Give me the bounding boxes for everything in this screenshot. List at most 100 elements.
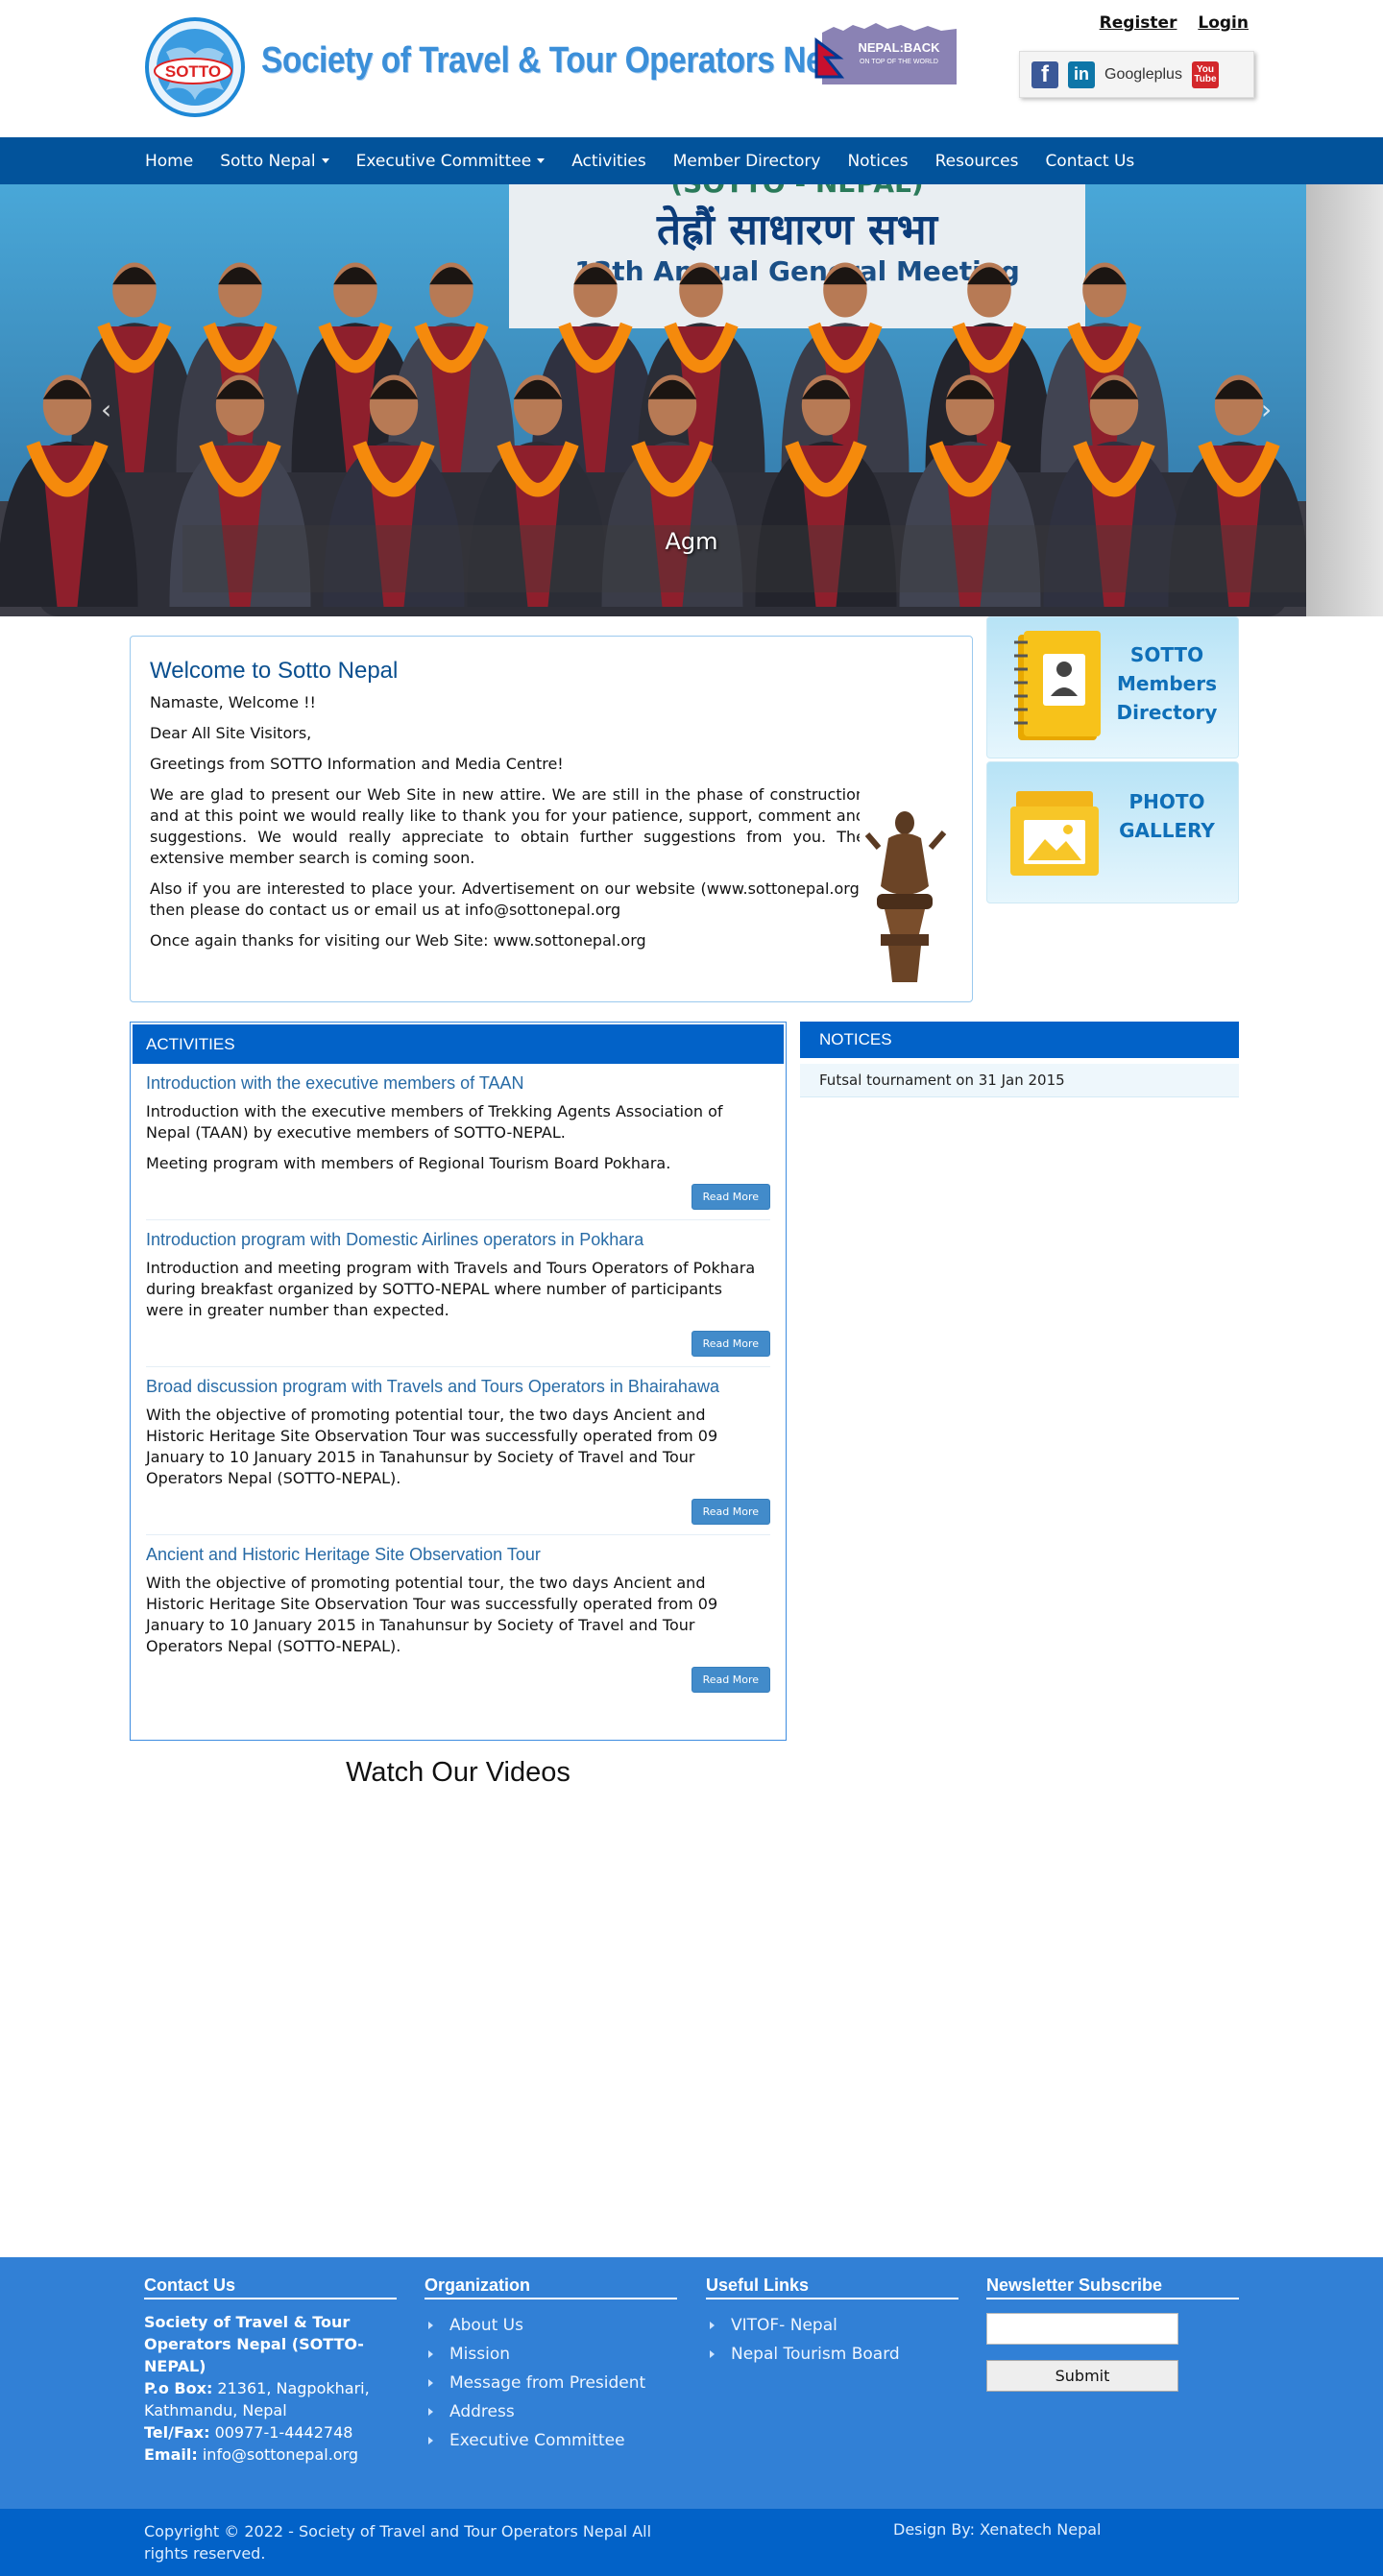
notices-panel: NOTICES Futsal tournament on 31 Jan 2015 [800, 1022, 1239, 1097]
footer-link-executive-committee[interactable]: Executive Committee [425, 2426, 677, 2455]
copyright-text: Copyright © 2022 - Society of Travel and… [144, 2522, 652, 2563]
activity-title[interactable]: Introduction with the executive members … [146, 1073, 770, 1094]
read-more-button[interactable]: Read More [691, 1331, 770, 1357]
members-directory-line2: Members [1117, 672, 1217, 695]
linkedin-icon[interactable]: in [1068, 60, 1095, 88]
carousel-person [176, 262, 304, 472]
welcome-p4: We are glad to present our Web Site in n… [150, 785, 865, 867]
photo-gallery-banner[interactable]: PHOTO GALLERY [986, 761, 1239, 903]
footer-tel: Tel/Fax: 00977-1-4442748 [144, 2421, 397, 2444]
carousel-next-icon[interactable]: › [1261, 394, 1272, 425]
members-directory-banner[interactable]: SOTTO Members Directory [986, 616, 1239, 758]
carousel-person [781, 262, 910, 472]
nav-activities[interactable]: Activities [571, 152, 646, 171]
videos-heading: Watch Our Videos [346, 1757, 570, 1788]
statue-image [860, 790, 951, 984]
footer-useful-heading: Useful Links [706, 2275, 958, 2299]
activity-text: With the objective of promoting potentia… [146, 1406, 718, 1487]
nav-sotto-nepal-label: Sotto Nepal [220, 151, 316, 171]
photo-gallery-line2: GALLERY [1119, 819, 1215, 842]
nav-resources[interactable]: Resources [935, 152, 1019, 171]
facebook-icon[interactable]: f [1031, 60, 1058, 88]
svg-text:ON TOP OF THE WORLD: ON TOP OF THE WORLD [860, 59, 938, 65]
nav-executive-committee[interactable]: Executive Committee [356, 152, 546, 171]
footer-link-mission[interactable]: Mission [425, 2340, 677, 2369]
welcome-p1: Namaste, Welcome !! [150, 693, 316, 711]
newsletter-email-input[interactable] [986, 2313, 1178, 2345]
activity-text: Introduction with the executive members … [146, 1102, 723, 1142]
activity-title[interactable]: Introduction program with Domestic Airli… [146, 1230, 770, 1250]
carousel-person [387, 262, 516, 472]
welcome-title: Welcome to Sotto Nepal [150, 658, 399, 684]
site-footer: Contact Us Society of Travel & Tour Oper… [0, 2257, 1383, 2509]
sotto-logo[interactable]: SOTTO [145, 13, 245, 122]
footer-org-name: Society of Travel & Tour Operators Nepal… [144, 2313, 364, 2375]
nav-home[interactable]: Home [145, 152, 193, 171]
read-more-button[interactable]: Read More [691, 1667, 770, 1693]
notices-heading: NOTICES [800, 1022, 1239, 1058]
activity-title[interactable]: Ancient and Historic Heritage Site Obser… [146, 1545, 770, 1565]
footer-email-value: info@sottonepal.org [197, 2445, 359, 2464]
nav-member-directory-label: Member Directory [672, 151, 821, 171]
googleplus-icon[interactable]: Googleplus [1104, 61, 1182, 88]
welcome-p6: Once again thanks for visiting our Web S… [150, 931, 646, 950]
youtube-icon[interactable]: You Tube [1191, 60, 1219, 88]
carousel-caption: Agm [665, 528, 718, 555]
site-header: SOTTO Society of Travel & Tour Operators… [0, 0, 1383, 137]
notice-item[interactable]: Futsal tournament on 31 Jan 2015 [800, 1064, 1239, 1097]
youtube-icon-text-top: You [1196, 63, 1215, 75]
footer-tel-value: 00977-1-4442748 [209, 2423, 353, 2442]
nav-sotto-nepal[interactable]: Sotto Nepal [220, 151, 329, 171]
design-by-link[interactable]: Design By: Xenatech Nepal [893, 2520, 1101, 2539]
auth-links: Register Login [1084, 13, 1249, 33]
footer-link-message-president[interactable]: Message from President [425, 2369, 677, 2397]
nav-activities-label: Activities [571, 151, 646, 171]
login-link[interactable]: Login [1198, 13, 1249, 33]
directory-book-icon [1014, 631, 1101, 740]
caret-down-icon [537, 158, 546, 163]
social-links: f in Googleplus You Tube [1019, 51, 1254, 98]
nav-contact-us[interactable]: Contact Us [1045, 152, 1134, 171]
activity-text: Introduction and meeting program with Tr… [146, 1259, 756, 1319]
footer-newsletter: Newsletter Subscribe Submit [986, 2275, 1239, 2392]
read-more-button[interactable]: Read More [691, 1499, 770, 1525]
footer-email: Email: info@sottonepal.org [144, 2444, 397, 2466]
nav-member-directory[interactable]: Member Directory [673, 152, 821, 171]
newsletter-submit-button[interactable]: Submit [986, 2360, 1178, 2392]
photo-gallery-label: PHOTO GALLERY [1109, 787, 1225, 845]
carousel-person [1040, 262, 1169, 472]
welcome-p2: Dear All Site Visitors, [150, 724, 312, 742]
copyright-bar: Copyright © 2022 - Society of Travel and… [0, 2509, 1383, 2576]
caret-down-icon [321, 158, 329, 163]
nav-executive-committee-label: Executive Committee [355, 151, 532, 171]
footer-link-address[interactable]: Address [425, 2397, 677, 2426]
footer-organization-heading: Organization [425, 2275, 677, 2299]
activity-title[interactable]: Broad discussion program with Travels an… [146, 1377, 770, 1397]
nav-contact-us-label: Contact Us [1045, 151, 1135, 171]
members-directory-line3: Directory [1116, 701, 1218, 724]
footer-organization: Organization About Us Mission Message fr… [425, 2275, 677, 2455]
footer-newsletter-heading: Newsletter Subscribe [986, 2275, 1239, 2299]
register-link[interactable]: Register [1100, 13, 1177, 33]
nav-resources-label: Resources [934, 151, 1019, 171]
footer-email-label: Email: [144, 2445, 198, 2464]
nav-notices[interactable]: Notices [847, 152, 908, 171]
footer-contact: Contact Us Society of Travel & Tour Oper… [144, 2275, 397, 2466]
youtube-icon-text-bottom: Tube [1194, 73, 1217, 84]
carousel-prev-icon[interactable]: ‹ [101, 394, 111, 425]
welcome-p5: Also if you are interested to place your… [150, 879, 865, 919]
footer-link-ntb[interactable]: Nepal Tourism Board [706, 2340, 958, 2369]
footer-link-vitof[interactable]: VITOF- Nepal [706, 2311, 958, 2340]
nepal-back-logo: NEPAL:BACK ON TOP OF THE WORLD [814, 23, 957, 84]
activities-heading: ACTIVITIES [133, 1024, 784, 1064]
footer-pobox-label: P.o Box: [144, 2379, 213, 2397]
activity-text: With the objective of promoting potentia… [146, 1574, 718, 1655]
footer-link-about-us[interactable]: About Us [425, 2311, 677, 2340]
photo-gallery-icon [1010, 791, 1099, 876]
welcome-p3: Greetings from SOTTO Information and Med… [150, 755, 564, 773]
carousel-person [925, 262, 1054, 472]
footer-useful-links: Useful Links VITOF- Nepal Nepal Tourism … [706, 2275, 958, 2369]
read-more-button[interactable]: Read More [691, 1184, 770, 1210]
svg-text:SOTTO: SOTTO [165, 62, 221, 81]
welcome-box: Welcome to Sotto Nepal Namaste, Welcome … [130, 636, 973, 1002]
